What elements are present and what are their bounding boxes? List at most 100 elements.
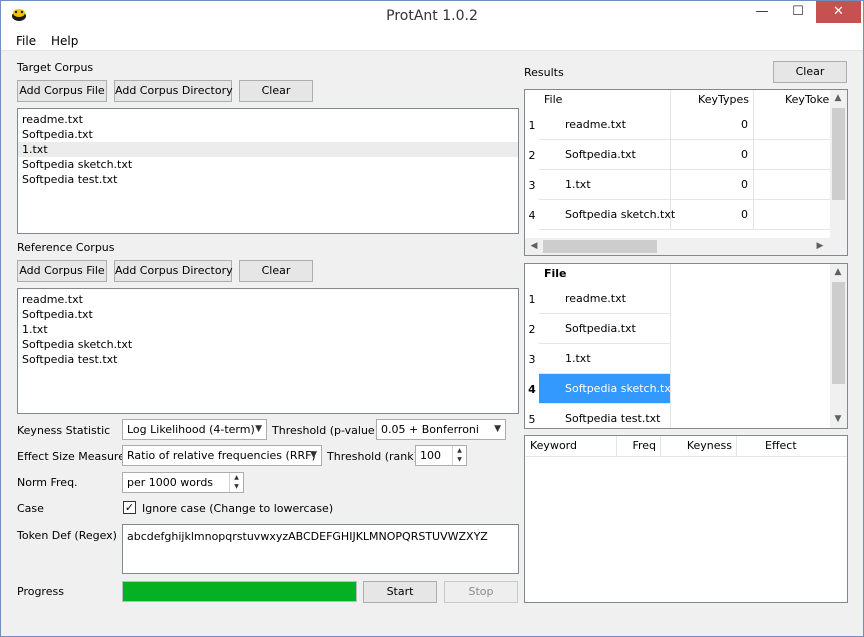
scroll-left-icon[interactable]: ◀ — [527, 241, 541, 251]
scroll-up-icon[interactable]: ▲ — [831, 267, 845, 277]
keyness-statistic-select[interactable]: Log Likelihood (4-term) ▼ — [122, 419, 267, 440]
norm-freq-spinbox[interactable]: per 1000 words ▲ ▼ — [122, 472, 244, 493]
scroll-down-icon[interactable]: ▼ — [831, 414, 845, 424]
table-cell-file[interactable]: Softpedia sketch.txt — [539, 200, 675, 230]
results-label: Results — [524, 66, 564, 79]
row-number: 3 — [528, 179, 536, 192]
progress-label: Progress — [17, 585, 64, 598]
table-cell-keytypes[interactable]: 0 — [671, 110, 754, 140]
list-item[interactable]: readme.txt — [18, 292, 518, 307]
reference-add-directory-button[interactable]: Add Corpus Directory — [114, 260, 233, 282]
list-item[interactable]: readme.txt — [18, 112, 518, 127]
reference-file-list[interactable]: readme.txt Softpedia.txt 1.txt Softpedia… — [17, 288, 519, 414]
scroll-up-icon[interactable]: ▲ — [831, 93, 845, 103]
table-cell-keytokens[interactable] — [754, 170, 834, 200]
target-clear-button[interactable]: Clear — [239, 80, 313, 102]
menu-help[interactable]: Help — [51, 34, 78, 48]
reference-add-file-button[interactable]: Add Corpus File — [17, 260, 107, 282]
scroll-right-icon[interactable]: ▶ — [813, 241, 827, 251]
file-table[interactable]: File 1 readme.txt 2 Softpedia.txt 3 1.tx… — [524, 263, 848, 429]
norm-freq-value: per 1000 words — [127, 476, 214, 489]
table-cell-file[interactable]: Softpedia test.txt — [539, 404, 671, 428]
target-add-directory-button[interactable]: Add Corpus Directory — [114, 80, 233, 102]
norm-freq-label: Norm Freq. — [17, 476, 78, 489]
column-header-freq[interactable]: Freq — [617, 436, 661, 456]
column-header-keytokens[interactable]: KeyTokens — [754, 90, 834, 110]
spin-arrows-icon[interactable]: ▲ ▼ — [452, 446, 466, 465]
list-item[interactable]: Softpedia sketch.txt — [18, 337, 518, 352]
target-corpus-label: Target Corpus — [17, 61, 94, 74]
table-cell-keytypes[interactable]: 0 — [671, 170, 754, 200]
token-def-label: Token Def (Regex) — [17, 529, 117, 542]
keywords-table[interactable]: Keyword Freq Keyness Effect — [524, 435, 848, 603]
file-table-vertical-scrollbar[interactable]: ▲ ▼ — [830, 264, 847, 428]
menu-file[interactable]: File — [16, 34, 36, 48]
column-header-keyword[interactable]: Keyword — [525, 436, 617, 456]
table-cell-keytypes[interactable]: 0 — [671, 140, 754, 170]
row-number: 3 — [528, 353, 536, 366]
threshold-p-label: Threshold (p-value) — [272, 424, 379, 437]
list-item[interactable]: Softpedia test.txt — [18, 352, 518, 367]
token-def-input[interactable]: abcdefghijklmnopqrstuvwxyzABCDEFGHIJKLMN… — [122, 524, 519, 574]
ignore-case-label: Ignore case (Change to lowercase) — [142, 502, 334, 515]
table-cell-keytypes[interactable]: 0 — [671, 200, 754, 230]
column-header-keytypes[interactable]: KeyTypes — [671, 90, 754, 110]
window-title: ProtAnt 1.0.2 — [386, 8, 478, 24]
keyness-statistic-value: Log Likelihood (4-term) — [127, 423, 255, 436]
minimize-button[interactable]: — — [747, 1, 777, 23]
table-cell-file[interactable]: Softpedia.txt — [539, 314, 671, 344]
progress-bar — [122, 581, 357, 602]
row-number: 4 — [528, 209, 536, 222]
scrollbar-thumb[interactable] — [543, 240, 657, 253]
table-cell-keytokens[interactable] — [754, 110, 834, 140]
effect-size-label: Effect Size Measure — [17, 450, 125, 463]
spin-arrows-icon[interactable]: ▲ ▼ — [229, 473, 243, 492]
list-item[interactable]: 1.txt — [18, 142, 518, 157]
table-cell-file[interactable]: readme.txt — [539, 110, 671, 140]
row-number: 5 — [528, 413, 536, 426]
column-header-file[interactable]: File — [539, 264, 671, 284]
results-horizontal-scrollbar[interactable]: ◀ ▶ — [525, 238, 847, 255]
results-vertical-scrollbar[interactable]: ▲ — [830, 90, 847, 238]
scrollbar-thumb[interactable] — [832, 282, 845, 384]
table-cell-file[interactable]: 1.txt — [539, 170, 671, 200]
results-table[interactable]: File KeyTypes KeyTokens 1 readme.txt 0 2… — [524, 89, 848, 256]
list-item[interactable]: Softpedia sketch.txt — [18, 157, 518, 172]
table-cell-keytokens[interactable] — [754, 140, 834, 170]
table-cell-file-selected[interactable]: Softpedia sketch.txt — [539, 374, 675, 404]
stop-button[interactable]: Stop — [444, 581, 518, 603]
ignore-case-checkbox[interactable]: ✓ — [123, 501, 136, 514]
row-number: 4 — [528, 383, 536, 396]
table-cell-file[interactable]: Softpedia.txt — [539, 140, 671, 170]
threshold-p-value: 0.05 + Bonferroni — [381, 423, 479, 436]
target-add-file-button[interactable]: Add Corpus File — [17, 80, 107, 102]
column-header-effect[interactable]: Effect — [737, 436, 847, 456]
row-number: 1 — [528, 119, 536, 132]
list-item[interactable]: Softpedia test.txt — [18, 172, 518, 187]
maximize-button[interactable]: ☐ — [783, 1, 813, 23]
threshold-p-select[interactable]: 0.05 + Bonferroni ▼ — [376, 419, 506, 440]
threshold-rank-value: 100 — [420, 449, 441, 462]
column-header-file[interactable]: File — [539, 90, 671, 110]
list-item[interactable]: Softpedia.txt — [18, 307, 518, 322]
results-clear-button[interactable]: Clear — [773, 61, 847, 83]
start-button[interactable]: Start — [363, 581, 437, 603]
table-cell-file[interactable]: readme.txt — [539, 284, 671, 314]
table-cell-keytokens[interactable] — [754, 200, 834, 230]
header-divider — [525, 456, 847, 457]
row-number: 2 — [528, 323, 536, 336]
menu-bar: File Help — [1, 31, 863, 51]
list-item[interactable]: Softpedia.txt — [18, 127, 518, 142]
chevron-down-icon: ▼ — [494, 424, 501, 434]
effect-size-select[interactable]: Ratio of relative frequencies (RRF) ▼ — [122, 445, 322, 466]
row-number: 2 — [528, 149, 536, 162]
chevron-down-icon: ▼ — [310, 450, 317, 460]
scrollbar-thumb[interactable] — [832, 108, 845, 200]
close-button[interactable]: ✕ — [816, 1, 861, 23]
reference-clear-button[interactable]: Clear — [239, 260, 313, 282]
list-item[interactable]: 1.txt — [18, 322, 518, 337]
table-cell-file[interactable]: 1.txt — [539, 344, 671, 374]
target-file-list[interactable]: readme.txt Softpedia.txt 1.txt Softpedia… — [17, 108, 519, 234]
column-header-keyness[interactable]: Keyness — [661, 436, 737, 456]
threshold-rank-spinbox[interactable]: 100 ▲ ▼ — [415, 445, 467, 466]
